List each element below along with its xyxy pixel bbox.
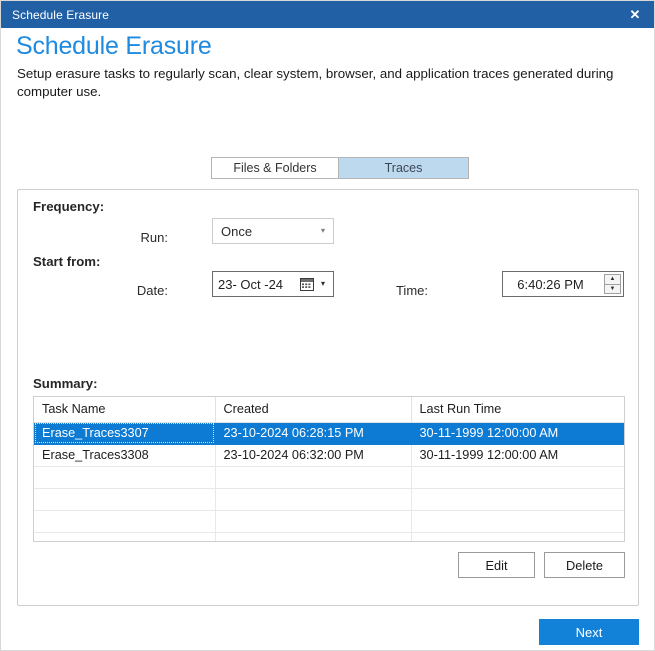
time-label: Time: [395,283,428,298]
table-row[interactable] [34,510,624,533]
tab-files-and-folders[interactable]: Files & Folders [211,157,339,179]
date-chevron-down-icon[interactable]: ▾ [316,280,330,288]
cell-last-run-time [411,466,624,489]
time-stepper: ▲ ▼ [604,274,621,294]
chevron-down-icon: ▾ [320,226,325,235]
page-description: Setup erasure tasks to regularly scan, c… [17,66,614,99]
start-date-value: 23- Oct -24 [218,276,284,292]
cell-created: 23-10-2024 06:28:15 PM [215,422,412,445]
cell-task-name: Erase_Traces3308 [34,444,216,467]
cell-last-run-time [411,532,624,541]
cell-created: 23-10-2024 06:32:00 PM [215,444,412,467]
start-from-section-label: Start from: [33,254,101,269]
close-icon[interactable]: ✕ [614,1,654,28]
table-row[interactable] [34,532,624,541]
date-label: Date: [136,283,168,298]
summary-table-header-row: Task Name Created Last Run Time [34,397,624,423]
calendar-icon[interactable] [300,277,314,291]
frequency-section-label: Frequency: [33,199,105,214]
table-row[interactable] [34,466,624,489]
cell-last-run-time: 30-11-1999 12:00:00 AM [411,444,624,467]
edit-button[interactable]: Edit [458,552,535,578]
summary-table-body: Erase_Traces3307 23-10-2024 06:28:15 PM 30… [34,422,624,541]
start-time-input[interactable]: 6:40:26 PM ▲ ▼ [502,271,624,297]
next-button[interactable]: Next [539,619,639,645]
start-date-input[interactable]: 23- Oct -24 ▾ [212,271,334,297]
schedule-settings-groupbox: Frequency: Run: Once ▾ Start from: Date:… [17,189,639,606]
tab-traces[interactable]: Traces [339,157,469,179]
stepper-down-icon[interactable]: ▼ [604,284,621,294]
table-row[interactable] [34,488,624,511]
cell-last-run-time [411,488,624,511]
cell-last-run-time [411,510,624,533]
cell-created [215,532,412,541]
summary-table-container[interactable]: Task Name Created Last Run Time Erase_Tr… [33,396,625,542]
window-title: Schedule Erasure [12,7,109,22]
cell-created [215,510,412,533]
summary-section-label: Summary: [33,376,98,391]
column-header-created[interactable]: Created [215,397,412,423]
cell-task-name [34,532,216,541]
cell-created [215,488,412,511]
cell-last-run-time: 30-11-1999 12:00:00 AM [411,422,624,445]
tab-bar: Files & Folders Traces [211,157,469,179]
cell-task-name [34,488,216,511]
schedule-erasure-dialog: Schedule Erasure ✕ Schedule Erasure Setu… [0,0,655,651]
run-frequency-select[interactable]: Once ▾ [212,218,334,244]
table-row[interactable]: Erase_Traces3308 23-10-2024 06:32:00 PM 30… [34,444,624,467]
cell-task-name [34,466,216,489]
cell-task-name [34,510,216,533]
window-titlebar: Schedule Erasure ✕ [1,1,654,28]
delete-button[interactable]: Delete [544,552,625,578]
summary-table: Task Name Created Last Run Time Erase_Tr… [34,397,624,541]
column-header-last-run-time[interactable]: Last Run Time [411,397,624,423]
start-time-value: 6:40:26 PM [517,276,584,292]
summary-table-head: Task Name Created Last Run Time [34,397,624,423]
run-frequency-value: Once [221,223,253,239]
column-header-task-name[interactable]: Task Name [34,397,216,423]
cell-task-name: Erase_Traces3307 [34,422,216,445]
cell-created [215,466,412,489]
stepper-up-icon[interactable]: ▲ [604,274,621,285]
page-title: Schedule Erasure [16,32,212,60]
table-row[interactable]: Erase_Traces3307 23-10-2024 06:28:15 PM 30… [34,422,624,445]
run-label: Run: [140,230,168,245]
